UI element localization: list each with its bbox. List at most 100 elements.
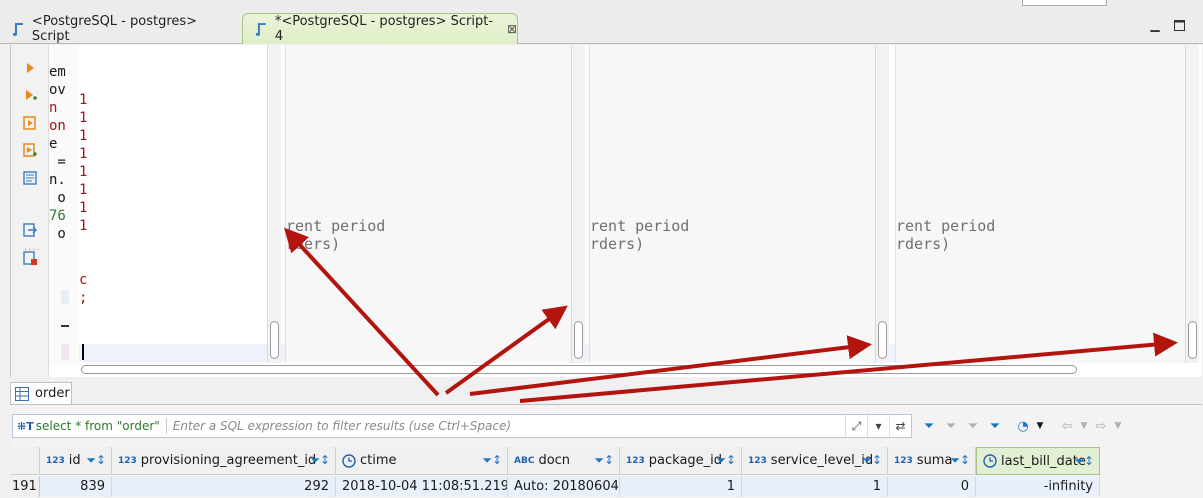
filter-sort-icon[interactable]: ⏷↕ — [862, 453, 882, 468]
selection-marker — [61, 344, 69, 360]
forward-icon[interactable]: ⇨ — [1090, 415, 1112, 437]
explain-plan-icon[interactable] — [22, 170, 38, 186]
code-line: o — [49, 226, 66, 242]
dbeaver-window: <PostgreSQL - postgres> Script *<Postgre… — [0, 0, 1203, 498]
clock-type-icon — [983, 454, 997, 468]
filter-bar[interactable]: ⁜T select * from "order" Enter a SQL exp… — [12, 414, 912, 438]
results-tab-order[interactable]: order — [10, 382, 72, 404]
filter-buttons: ⤢ ▾ ⇄ — [845, 415, 911, 437]
filter-sort-icon[interactable]: ⏷↕ — [716, 453, 736, 468]
editor-split-panel-3[interactable]: rent period rders) — [895, 45, 1185, 363]
tab-script[interactable]: <PostgreSQL - postgres> Script — [0, 13, 238, 44]
column-header-service-level-id[interactable]: 123 service_level_id ⏷↕ — [742, 447, 888, 475]
back-icon[interactable]: ⇦ — [1056, 415, 1078, 437]
scroll-thumb[interactable] — [81, 365, 1077, 374]
execute-script-icon[interactable] — [22, 115, 38, 131]
editor-split-panel-1[interactable]: rent period rders) — [285, 45, 571, 363]
code-line: n. — [49, 172, 66, 188]
cell-suma[interactable]: 0 — [888, 476, 976, 497]
run-statement-icon[interactable] — [22, 60, 38, 76]
dash-marker — [61, 325, 69, 327]
import-icon[interactable] — [22, 250, 38, 266]
editor-action-ruler: ···· — [11, 45, 49, 377]
expand-icon[interactable]: ⤢ — [845, 415, 867, 437]
vertical-scrollbar-1[interactable] — [267, 45, 281, 363]
editor-tab-bar: <PostgreSQL - postgres> Script *<Postgre… — [0, 0, 1203, 44]
column-header-package-id[interactable]: 123 package_id ⏷↕ — [620, 447, 742, 475]
filter-icon[interactable]: ⏷ — [984, 415, 1006, 437]
maximize-icon[interactable] — [1172, 18, 1186, 32]
numeric-type-icon: 123 — [894, 455, 913, 466]
code-column-strip: 1 1 1 1 1 1 1 1 c ; — [79, 45, 93, 365]
filter-sort-icon[interactable]: ⏷↕ — [310, 453, 330, 468]
code-char: 1 — [79, 164, 88, 180]
back-dropdown-icon[interactable]: ▼ — [1078, 415, 1090, 437]
code-line: em — [49, 64, 66, 80]
code-line: e — [49, 136, 58, 152]
horizontal-scrollbar[interactable] — [79, 363, 1079, 375]
sql-editor[interactable]: ···· em ov n on e = n. o 76 o 1 1 1 1 1 — [10, 45, 1202, 377]
numeric-type-icon: 123 — [626, 455, 645, 466]
execute-script-new-tab-icon[interactable] — [22, 142, 38, 158]
refresh-filter-icon[interactable]: ⇄ — [889, 415, 911, 437]
history-dropdown-icon[interactable]: ▾ — [867, 415, 889, 437]
vertical-scrollbar-2[interactable] — [571, 45, 585, 363]
code-line: on — [49, 118, 66, 134]
column-name: provisioning_agreement_id — [140, 453, 317, 468]
forward-dropdown-icon[interactable]: ▼ — [1112, 415, 1124, 437]
apply-filter-icon[interactable]: ⏷ — [918, 415, 940, 437]
run-statement-new-tab-icon[interactable] — [22, 87, 38, 103]
results-grid: 123 id ⏷↕ 123 provisioning_agreement_id ⏷↕ c… — [10, 447, 1202, 498]
code-line: = — [49, 154, 66, 170]
column-header-last-bill-date[interactable]: last_bill_date ⏷↕ — [976, 447, 1100, 475]
filter-query[interactable]: select * from "order" — [36, 419, 160, 433]
filter-settings-icon[interactable]: ⏷ — [962, 415, 984, 437]
column-header-docn[interactable]: ABC docn ⏷↕ — [508, 447, 620, 475]
filter-sort-icon[interactable]: ⏷↕ — [594, 453, 614, 468]
filter-input[interactable]: Enter a SQL expression to filter results… — [173, 419, 511, 433]
filter-sort-icon[interactable]: ⏷↕ — [950, 453, 970, 468]
column-header-ctime[interactable]: ctime ⏷↕ — [336, 447, 508, 475]
filter-divider — [165, 418, 167, 434]
tab-script-4[interactable]: *<PostgreSQL - postgres> Script-4 ⊠ — [242, 13, 518, 44]
auto-refresh-dropdown-icon[interactable]: ▼ — [1034, 415, 1046, 437]
export-icon[interactable] — [22, 222, 38, 238]
code-fragment-strip[interactable]: em ov n on e = n. o 76 o — [49, 45, 79, 365]
numeric-type-icon: 123 — [118, 455, 137, 466]
scroll-thumb[interactable] — [270, 321, 279, 359]
code-line: ov — [49, 82, 66, 98]
code-char: 1 — [79, 128, 88, 144]
selection-marker — [61, 290, 69, 304]
scroll-thumb[interactable] — [574, 321, 583, 359]
close-tab-icon[interactable]: ⊠ — [507, 22, 517, 36]
column-header-suma[interactable]: 123 suma ⏷↕ — [888, 447, 976, 475]
filter-sort-icon[interactable]: ⏷↕ — [86, 453, 106, 468]
auto-refresh-icon[interactable]: ◔ — [1012, 415, 1034, 437]
clock-type-icon — [342, 453, 356, 468]
column-header-provisioning-agreement-id[interactable]: 123 provisioning_agreement_id ⏷↕ — [112, 447, 336, 475]
editor-split-panel-2[interactable]: rent period rders) — [589, 45, 875, 363]
cell-package-id[interactable]: 1 — [620, 476, 742, 497]
column-header-id[interactable]: 123 id ⏷↕ — [40, 447, 112, 475]
minimize-icon[interactable]: ▁ — [1148, 18, 1162, 32]
cell-provisioning-agreement-id[interactable]: 292 — [112, 476, 336, 497]
cell-docn[interactable]: Auto: 2018060413 — [508, 476, 620, 497]
filter-sort-icon[interactable]: ⏷↕ — [1074, 454, 1094, 469]
code-char: c — [79, 272, 88, 288]
vertical-scrollbar-4[interactable] — [1185, 45, 1199, 363]
row-number[interactable]: 191 — [10, 476, 40, 497]
clear-filter-icon[interactable]: ⏷ — [940, 415, 962, 437]
scroll-thumb[interactable] — [878, 321, 887, 359]
results-tab-label: order — [35, 386, 70, 401]
cell-last-bill-date[interactable]: -infinity — [976, 476, 1100, 497]
sql-script-icon — [255, 23, 266, 36]
scroll-thumb[interactable] — [1188, 321, 1197, 359]
cell-id[interactable]: 839 — [40, 476, 112, 497]
filter-sort-icon[interactable]: ⏷↕ — [482, 453, 502, 468]
vertical-scrollbar-3[interactable] — [875, 45, 889, 363]
cell-service-level-id[interactable]: 1 — [742, 476, 888, 497]
cell-ctime[interactable]: 2018-10-04 11:08:51.219952 — [336, 476, 508, 497]
code-line: o — [49, 190, 66, 206]
code-char: 1 — [79, 146, 88, 162]
column-name: ctime — [360, 453, 397, 468]
